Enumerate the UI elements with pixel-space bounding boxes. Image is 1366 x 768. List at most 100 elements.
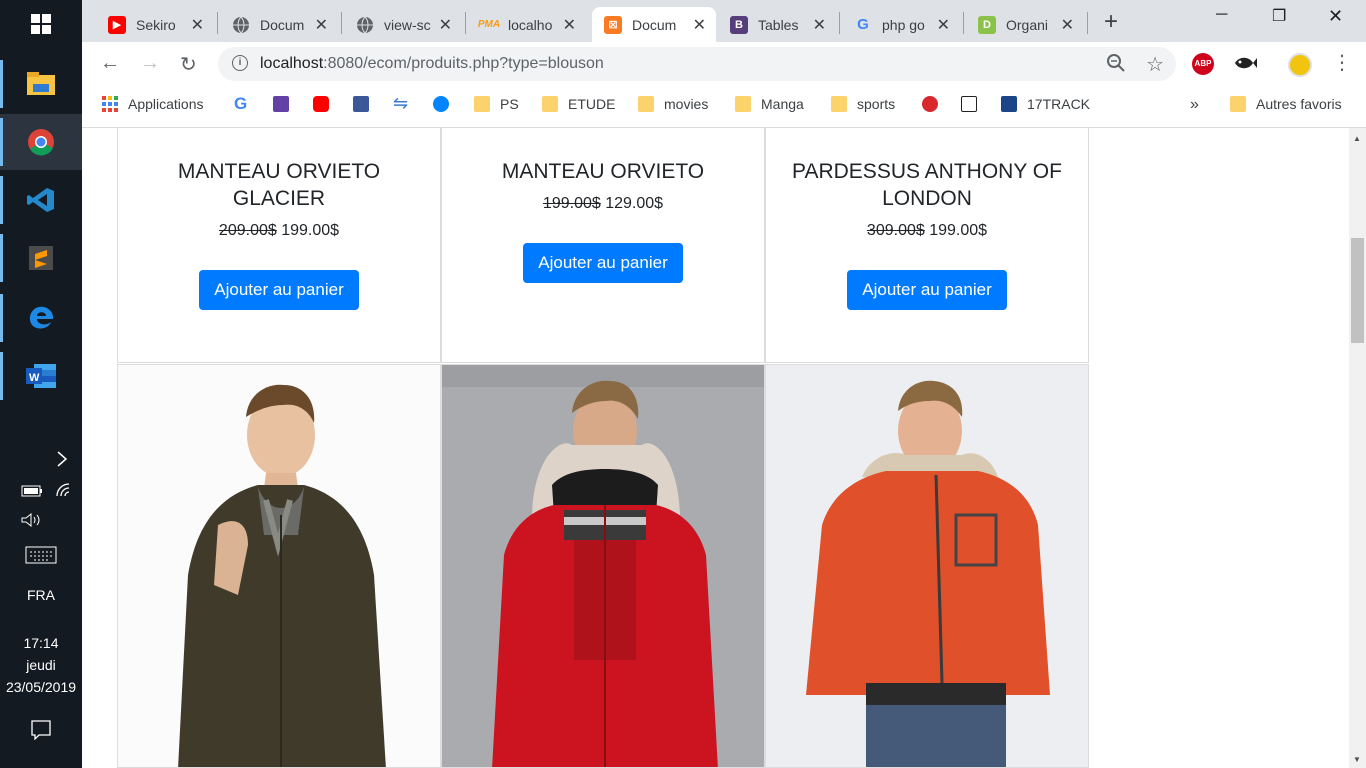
leetcode-bookmark-icon[interactable] — [961, 96, 987, 112]
close-icon[interactable]: ✕ — [813, 15, 826, 35]
info-icon[interactable]: i — [232, 55, 248, 71]
zoom-icon[interactable] — [1106, 53, 1126, 78]
folder-icon — [474, 96, 490, 112]
product-image-orange-bomber[interactable] — [765, 364, 1089, 768]
tab-documentation-active[interactable]: ⊠ Docum ✕ — [592, 7, 716, 42]
bookmark-folder-sports[interactable]: sports — [831, 96, 895, 112]
volume-icon[interactable] — [20, 512, 44, 530]
page-scrollbar[interactable]: ▲ ▼ — [1349, 128, 1366, 768]
google-icon: G — [857, 16, 869, 33]
minimize-button[interactable]: ─ — [1216, 6, 1227, 24]
tab-documentation-1[interactable]: Docum ✕ — [220, 7, 338, 42]
facebook-bookmark-icon[interactable] — [353, 96, 379, 112]
mega-bookmark-icon[interactable] — [922, 96, 948, 112]
twitch-bookmark-icon[interactable] — [273, 96, 299, 112]
tab-organizer[interactable]: D Organi ✕ — [966, 7, 1084, 42]
reload-icon[interactable]: ↻ — [180, 52, 197, 77]
add-to-cart-button[interactable]: Ajouter au panier — [847, 270, 1007, 310]
forward-arrow-icon[interactable]: → — [140, 52, 160, 75]
close-icon[interactable]: ✕ — [563, 15, 576, 35]
product-card: PARDESSUS ANTHONY OF LONDON 309.00$ 199.… — [765, 128, 1089, 363]
language-indicator[interactable]: FRA — [0, 587, 82, 603]
product-title: MANTEAU ORVIETO GLACIER — [177, 160, 381, 210]
globe-icon — [232, 16, 250, 34]
folder-icon — [735, 96, 751, 112]
clock-time[interactable]: 17:14 — [0, 635, 82, 651]
tab-php-google[interactable]: G php go ✕ — [842, 7, 960, 42]
file-explorer-icon[interactable] — [0, 56, 82, 112]
bookmark-label: ETUDE — [568, 96, 616, 112]
clock-date[interactable]: 23/05/2019 — [0, 679, 82, 695]
scrollbar-thumb[interactable] — [1351, 238, 1364, 343]
add-to-cart-button[interactable]: Ajouter au panier — [523, 243, 683, 283]
adblock-plus-icon[interactable]: ABP — [1192, 53, 1214, 75]
current-price: 199.00$ — [281, 222, 340, 239]
chrome-taskbar-icon[interactable] — [0, 114, 82, 170]
chevron-right-icon[interactable] — [52, 450, 72, 471]
product-card: MANTEAU ORVIETO GLACIER 209.00$ 199.00$ … — [117, 128, 441, 363]
add-to-cart-button[interactable]: Ajouter au panier — [199, 270, 359, 310]
product-image-dark-jacket[interactable] — [117, 364, 441, 768]
back-arrow-icon[interactable]: ← — [100, 52, 120, 75]
tab-sekiro[interactable]: ▶ Sekiro ✕ — [96, 7, 214, 42]
xampp-icon: ⊠ — [604, 15, 622, 34]
bookmark-other-favorites[interactable]: Autres favoris — [1230, 96, 1342, 112]
word-icon[interactable]: W — [0, 348, 82, 404]
edge-icon[interactable] — [0, 290, 82, 346]
bookmark-folder-movies[interactable]: movies — [638, 96, 708, 112]
old-price: 199.00$ — [542, 195, 601, 212]
vscode-icon[interactable] — [0, 172, 82, 228]
bookmark-folder-etude[interactable]: ETUDE — [542, 96, 615, 112]
bookmark-folder-ps[interactable]: PS — [474, 96, 519, 112]
bookmark-17track[interactable]: 17TRACK — [1001, 96, 1090, 112]
current-price: 199.00$ — [929, 222, 988, 239]
profile-avatar[interactable] — [1288, 53, 1312, 77]
url-text[interactable]: localhost:8080/ecom/produits.php?type=bl… — [260, 55, 604, 73]
close-window-button[interactable]: ✕ — [1328, 6, 1343, 27]
fish-extension-icon[interactable] — [1233, 54, 1257, 77]
scroll-down-arrow-icon[interactable]: ▼ — [1353, 755, 1361, 764]
product-card: MANTEAU ORVIETO 199.00$ 129.00$ Ajouter … — [441, 128, 765, 363]
close-icon[interactable]: ✕ — [439, 15, 452, 35]
tab-tables[interactable]: B Tables ✕ — [718, 7, 836, 42]
keyboard-icon[interactable] — [24, 546, 58, 567]
old-price: 309.00$ — [866, 222, 925, 239]
bootstrap-icon: B — [730, 15, 748, 34]
bookmark-label: Autres favoris — [1256, 96, 1342, 112]
tab-phpmyadmin[interactable]: PMA localho ✕ — [468, 7, 586, 42]
bookmark-label: movies — [664, 96, 709, 112]
sync-bookmark-icon[interactable]: ⇋ — [393, 93, 408, 114]
close-icon[interactable]: ✕ — [1061, 15, 1074, 35]
folder-icon — [638, 96, 654, 112]
address-bar[interactable]: i localhost:8080/ecom/produits.php?type=… — [218, 47, 1176, 81]
new-tab-button[interactable]: + — [1104, 8, 1118, 36]
phpmyadmin-icon: PMA — [477, 19, 501, 30]
folder-icon — [1230, 96, 1246, 112]
tab-view-source[interactable]: view-sc ✕ — [344, 7, 462, 42]
bookmark-applications[interactable]: Applications — [102, 96, 204, 112]
more-bookmarks-chevron-icon[interactable]: » — [1190, 96, 1199, 114]
restore-button[interactable]: ❐ — [1272, 6, 1286, 26]
product-image-red-parka[interactable] — [441, 364, 765, 768]
battery-icon[interactable] — [20, 484, 44, 500]
globe-icon — [356, 16, 374, 34]
organizer-icon: D — [978, 15, 996, 34]
close-icon[interactable]: ✕ — [693, 15, 706, 35]
messenger-bookmark-icon[interactable] — [433, 96, 459, 112]
bookmark-folder-manga[interactable]: Manga — [735, 96, 804, 112]
google-bookmark-icon[interactable]: G — [234, 94, 247, 114]
close-icon[interactable]: ✕ — [191, 15, 204, 35]
wifi-icon[interactable] — [54, 483, 74, 500]
clock-day[interactable]: jeudi — [0, 657, 82, 673]
close-icon[interactable]: ✕ — [937, 15, 950, 35]
star-icon[interactable]: ☆ — [1146, 52, 1164, 77]
menu-dots-icon[interactable]: ⋮ — [1332, 50, 1352, 75]
action-center-icon[interactable] — [30, 720, 52, 743]
tab-label: view-sc — [384, 16, 431, 33]
youtube-bookmark-icon[interactable] — [313, 96, 339, 112]
scroll-up-arrow-icon[interactable]: ▲ — [1353, 134, 1361, 143]
windows-start-icon[interactable] — [0, 0, 82, 48]
sublime-text-icon[interactable] — [0, 230, 82, 286]
product-price: 199.00$ 129.00$ — [442, 195, 764, 213]
close-icon[interactable]: ✕ — [315, 15, 328, 35]
